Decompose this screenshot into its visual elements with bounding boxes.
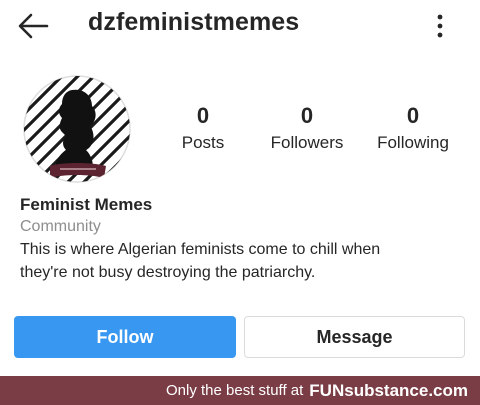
profile-bio: Feminist Memes Community This is where A…	[20, 194, 470, 284]
top-bar: dzfeministmemes	[0, 0, 480, 54]
silhouette-avatar-icon	[23, 75, 131, 183]
more-vertical-icon[interactable]	[428, 12, 452, 40]
bio-line-1: This is where Algerian feminists come to…	[20, 241, 381, 258]
avatar[interactable]	[22, 74, 132, 184]
watermark-prefix: Only the best stuff at	[165, 382, 304, 399]
stat-following[interactable]: 0 Following	[368, 103, 458, 155]
following-count: 0	[406, 103, 420, 128]
message-button[interactable]: Message	[244, 316, 465, 358]
profile-display-name: Feminist Memes	[20, 195, 153, 214]
bio-line-2: they're not busy destroying the patriarc…	[20, 264, 316, 281]
stat-followers[interactable]: 0 Followers	[262, 103, 352, 155]
profile-username: dzfeministmemes	[88, 8, 300, 36]
posts-label: Posts	[181, 133, 225, 152]
watermark-brand: FUNsubstance.com	[309, 380, 468, 400]
profile-category: Community	[20, 218, 101, 235]
watermark-banner: Only the best stuff at FUNsubstance.com	[0, 376, 480, 405]
followers-count: 0	[300, 103, 314, 128]
following-label: Following	[377, 133, 449, 152]
stat-posts: 0 Posts	[168, 103, 238, 155]
posts-count: 0	[196, 103, 210, 128]
followers-label: Followers	[270, 133, 344, 152]
follow-button[interactable]: Follow	[14, 316, 236, 358]
arrow-left-icon[interactable]	[16, 12, 50, 40]
